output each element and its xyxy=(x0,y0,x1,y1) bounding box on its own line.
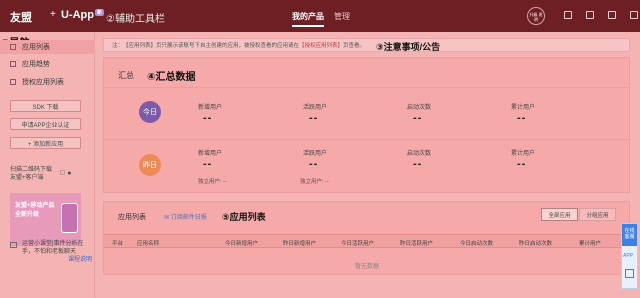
scan-download-text: 扫描二维码下载 友盟+客户端 xyxy=(10,166,52,182)
app-list-title: 应用列表 xyxy=(118,214,146,221)
add-app-button[interactable]: + 添加新应用 xyxy=(10,137,81,149)
unique-users-note: 独立用户: -- xyxy=(300,179,329,185)
metric-label: 累计用户 xyxy=(511,105,536,111)
logo-text: 友盟 xyxy=(10,12,32,24)
metric-value: -- xyxy=(309,112,319,124)
column-header[interactable]: 昨日活跃用户 xyxy=(400,239,433,247)
metric-value: -- xyxy=(517,158,527,170)
sidebar-item-label: 应用趋势 xyxy=(22,61,50,68)
scan-line-2: 友盟+客户端 xyxy=(10,175,44,181)
subscribe-label: 订阅邮件日报 xyxy=(170,215,207,221)
auth-list-icon xyxy=(10,79,16,85)
sidebar-item-app-trend[interactable]: 应用趋势 xyxy=(0,57,95,71)
notice-text: 【应用列表】页只展示该账号下自主创建的应用，被授权查看的应用请在 xyxy=(123,43,300,49)
metric-label: 活跃用户 xyxy=(303,105,328,111)
unique-users-note: 独立用户: -- xyxy=(198,179,227,185)
help-icon[interactable] xyxy=(608,11,616,19)
metric-value: -- xyxy=(413,112,423,124)
yesterday-badge: 昨日 xyxy=(139,154,161,176)
annotation-app-list: ⑤应用列表 xyxy=(222,212,266,222)
trend-icon xyxy=(10,61,16,67)
column-header[interactable]: 累计用户 xyxy=(579,239,601,247)
column-header[interactable]: 应用名称 xyxy=(137,239,159,247)
subscribe-daily-link[interactable]: ✉ 订阅邮件日报 xyxy=(164,212,207,221)
promo-text: 友盟+移动产品 全新升级 xyxy=(15,202,55,220)
apple-android-icon:  ● xyxy=(60,170,71,177)
notice-text-end: 页查看。 xyxy=(343,43,366,49)
metric-value: -- xyxy=(203,112,213,124)
metric-value: -- xyxy=(413,158,423,170)
course-link[interactable]: 课程说明 xyxy=(22,256,92,264)
notice-prefix: 注： xyxy=(112,43,124,49)
metric-label: 新增用户 xyxy=(198,151,223,157)
product-name: U-App xyxy=(61,9,94,21)
online-service-button[interactable]: 在线 客服 xyxy=(622,224,637,246)
notice-bar: 注： 【应用列表】页只展示该账号下自主创建的应用，被授权查看的应用请在 【授权应… xyxy=(103,38,630,52)
column-header[interactable]: 昨日启动次数 xyxy=(519,239,552,247)
divider xyxy=(104,139,629,140)
scan-line-1: 扫描二维码下载 xyxy=(10,167,53,173)
floating-service-widget: 在线 客服 APP xyxy=(621,223,638,289)
column-header[interactable]: 今日启动次数 xyxy=(460,239,493,247)
qr-code-icon[interactable] xyxy=(625,269,634,278)
annotation-summary: ④汇总数据 xyxy=(147,72,196,83)
summary-title: 汇总 xyxy=(118,71,134,80)
nav-my-products[interactable]: 我的产品 xyxy=(292,11,324,27)
app-table-header: 平台 应用名称 今日新增用户 昨日新增用户 今日活跃用户 昨日活跃用户 今日启动… xyxy=(104,234,629,248)
metric-value: -- xyxy=(517,112,527,124)
sidebar-item-app-list[interactable]: 应用列表 xyxy=(0,40,95,54)
enterprise-auth-button[interactable]: 申请APP企业认证 xyxy=(10,118,81,130)
grid-icon[interactable] xyxy=(564,11,572,19)
classroom-icon xyxy=(10,242,17,248)
tab-group-apps[interactable]: 分组应用 xyxy=(579,208,616,221)
user-icon[interactable] xyxy=(630,11,638,19)
notice-link[interactable]: 【授权应用列表】 xyxy=(299,41,343,49)
nav-manage[interactable]: 管理 xyxy=(334,11,350,22)
today-badge: 今日 xyxy=(139,101,161,123)
metric-value: -- xyxy=(203,158,213,170)
empty-state: 暂无数据 xyxy=(355,264,380,270)
top-bar: 友盟 + U-App 新 ②辅助工具栏 我的产品 管理 升级 说明 xyxy=(0,0,640,32)
product-switcher[interactable]: U-App 新 xyxy=(61,9,105,21)
promo-line-2: 全新升级 xyxy=(15,212,40,218)
annotation-toolbar: ②辅助工具栏 xyxy=(106,14,165,25)
metric-label: 新增用户 xyxy=(198,105,223,111)
umeng-logo[interactable]: 友盟 xyxy=(10,9,32,25)
metric-label: 启动次数 xyxy=(407,105,432,111)
column-header[interactable]: 昨日新增用户 xyxy=(283,239,316,247)
metric-label: 启动次数 xyxy=(407,151,432,157)
app-download-button[interactable]: APP xyxy=(623,253,633,259)
metric-label: 累计用户 xyxy=(511,151,536,157)
column-header[interactable]: 今日活跃用户 xyxy=(341,239,374,247)
sdk-download-button[interactable]: SDK 下载 xyxy=(10,100,81,112)
phone-illustration-icon xyxy=(61,203,78,233)
sidebar-item-label: 授权应用列表 xyxy=(22,79,64,86)
column-header[interactable]: 平台 xyxy=(112,239,123,247)
metric-value: -- xyxy=(309,158,319,170)
sidebar-item-auth-list[interactable]: 授权应用列表 xyxy=(0,75,95,89)
new-badge: 新 xyxy=(95,9,105,16)
top-icons xyxy=(564,11,638,19)
upgrade-badge[interactable]: 升级 说明 xyxy=(527,7,545,25)
logo-plus: + xyxy=(50,9,56,20)
promo-banner[interactable]: 友盟+移动产品 全新升级 xyxy=(10,193,81,246)
annotation-notice: ③注意事项/公告 xyxy=(376,42,441,52)
course-note-text: 运营小课堂|事件分析在手，不怕和老板聊天 xyxy=(22,241,84,255)
tab-all-apps[interactable]: 全部应用 xyxy=(541,208,578,221)
message-icon[interactable] xyxy=(586,11,594,19)
metric-label: 活跃用户 xyxy=(303,151,328,157)
divider xyxy=(104,87,629,88)
sidebar-item-label: 应用列表 xyxy=(22,44,50,51)
column-header[interactable]: 今日新增用户 xyxy=(225,239,258,247)
promo-line-1: 友盟+移动产品 xyxy=(15,203,55,209)
list-icon xyxy=(10,44,16,50)
course-note: 运营小课堂|事件分析在手，不怕和老板聊天 课程说明 xyxy=(10,240,92,268)
